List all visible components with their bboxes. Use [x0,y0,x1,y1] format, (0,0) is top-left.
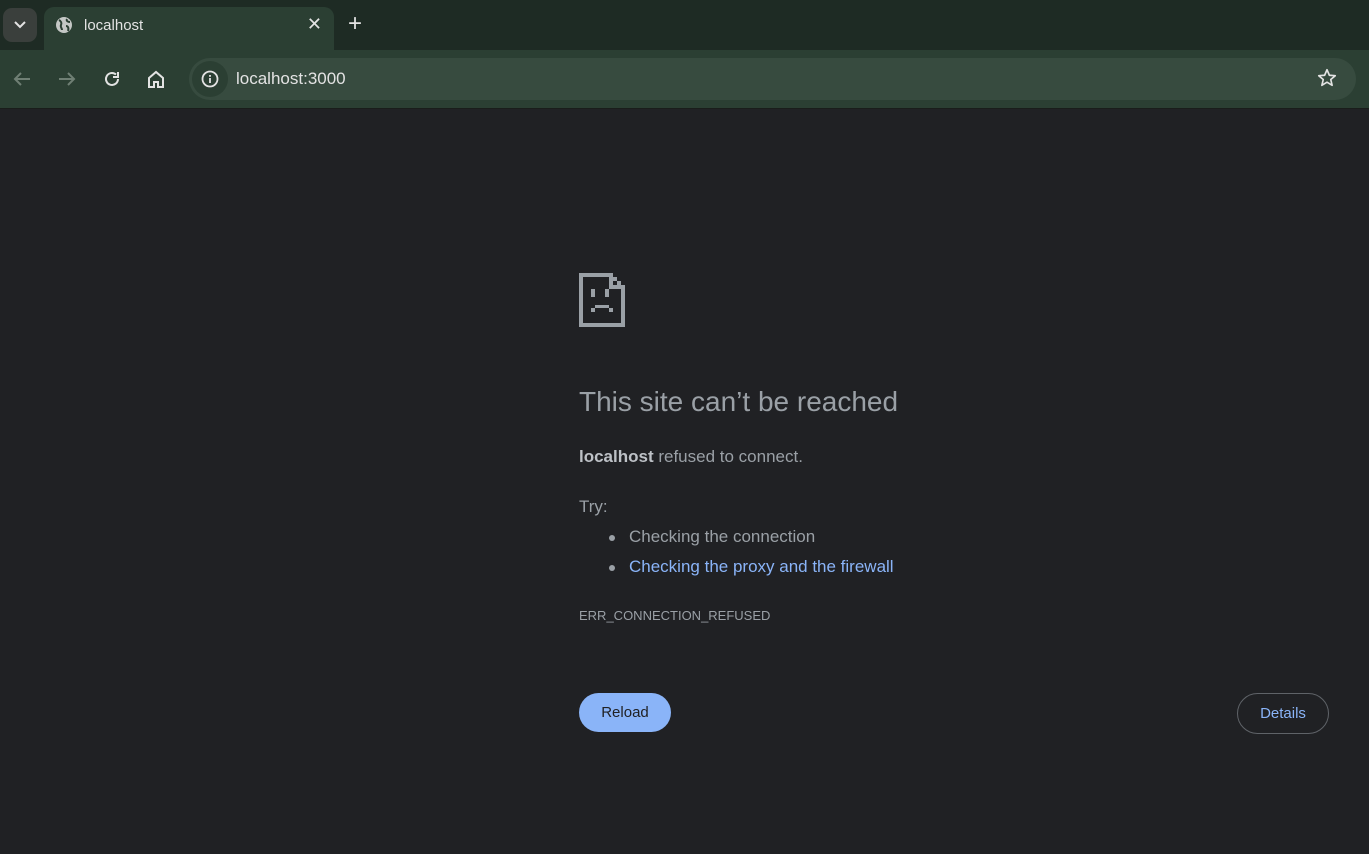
suggestion-check-connection: Checking the connection [609,527,894,557]
info-icon [201,70,219,88]
try-label: Try: [579,497,608,516]
close-tab-icon[interactable]: ✕ [307,14,322,35]
check-proxy-link[interactable]: Checking the proxy and the firewall [629,557,894,576]
arrow-left-icon [13,72,30,86]
host-name: localhost [579,447,654,466]
reload-toolbar-button[interactable] [100,67,124,91]
reload-icon [105,71,119,86]
home-icon [148,70,164,88]
error-message: localhost refused to connect. [579,447,803,467]
bookmark-star-icon[interactable] [1316,67,1338,89]
forward-button[interactable] [55,67,79,91]
arrow-right-icon [59,72,76,86]
suggestions-list: Checking the connection Checking the pro… [609,527,894,587]
address-bar[interactable]: localhost:3000 [189,58,1356,100]
tab-strip: localhost ✕ + [0,0,1369,50]
sad-page-icon [579,273,625,327]
new-tab-button[interactable]: + [348,10,362,38]
site-info-button[interactable] [192,61,228,97]
reload-button[interactable]: Reload [579,693,671,732]
tab-title: localhost [84,17,144,34]
tab-search-button[interactable] [3,8,37,42]
suggestion-check-proxy: Checking the proxy and the firewall [609,557,894,587]
tab-localhost[interactable]: localhost ✕ [44,7,334,50]
globe-icon [56,17,72,33]
toolbar: localhost:3000 [0,50,1369,109]
message-text: refused to connect. [653,447,803,466]
back-button[interactable] [10,67,34,91]
url-text[interactable]: localhost:3000 [236,69,346,89]
error-code: ERR_CONNECTION_REFUSED [579,608,771,623]
error-heading: This site can’t be reached [579,386,899,417]
details-button[interactable]: Details [1237,693,1329,734]
home-button[interactable] [144,67,168,91]
chevron-down-icon [14,21,26,29]
